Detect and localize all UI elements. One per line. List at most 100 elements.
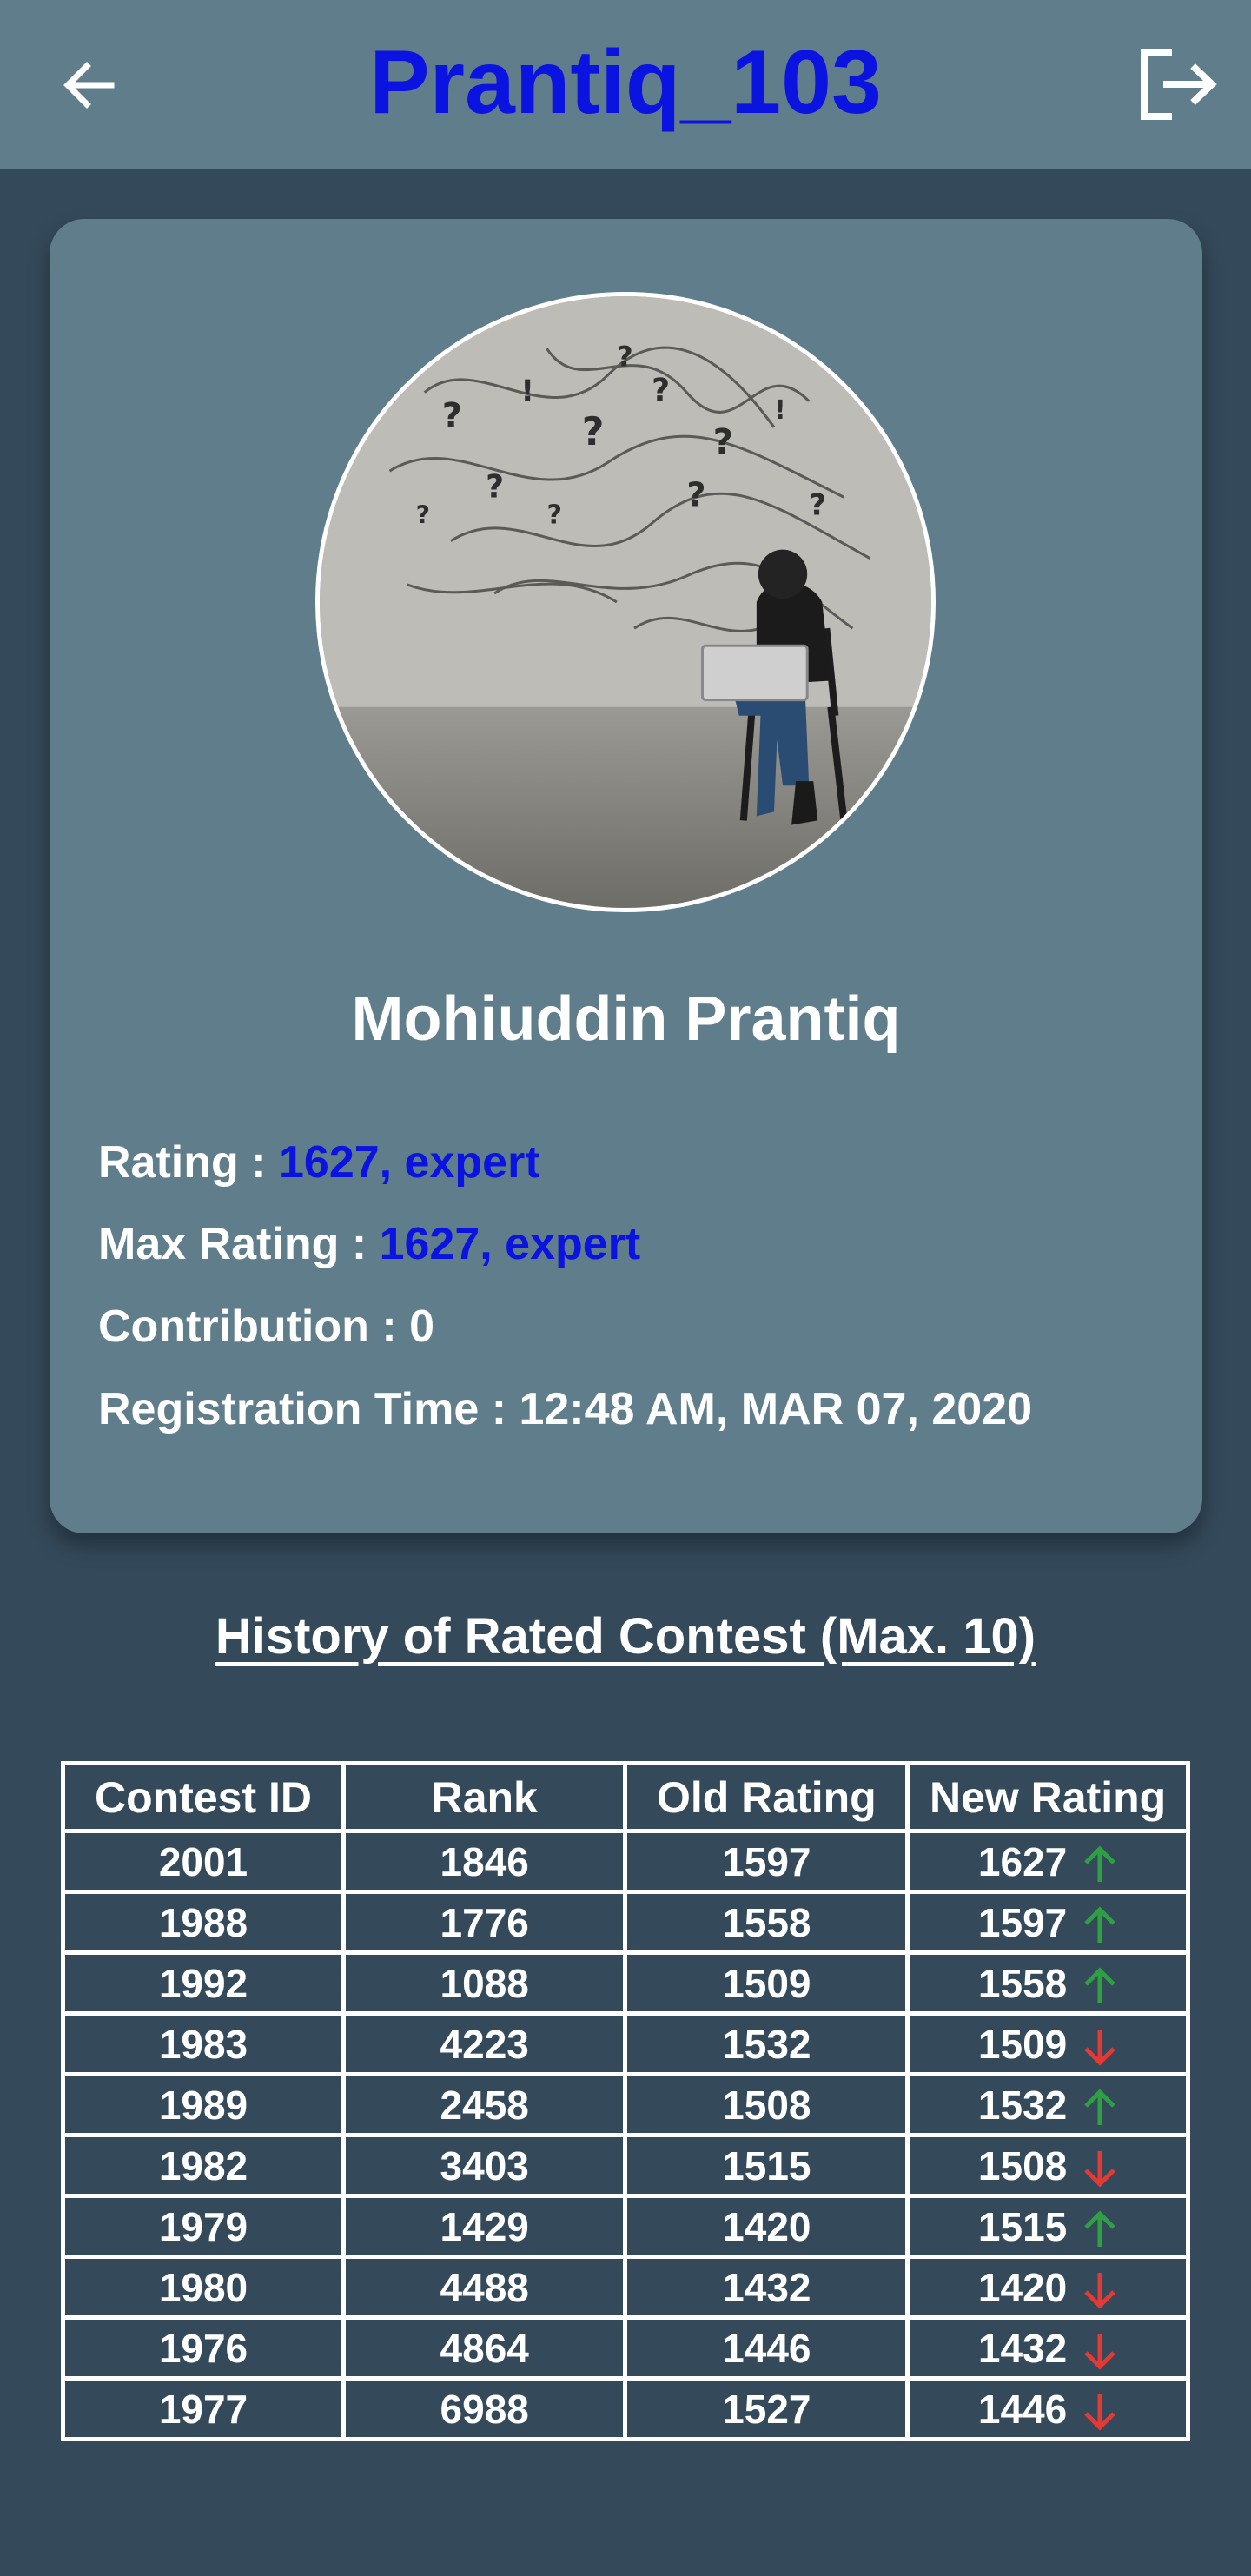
svg-text:?: ? — [713, 422, 733, 462]
table-row: 2001 1846 1597 1627 — [61, 1829, 1190, 1894]
svg-text:?: ? — [617, 340, 633, 373]
arrow-down-icon — [1084, 2394, 1116, 2431]
new-rating-cell: 1432 — [905, 2315, 1190, 2381]
arrow-up-icon — [1084, 2210, 1116, 2248]
table-row: 1979 1429 1420 1515 — [61, 2194, 1190, 2259]
svg-text:?: ? — [546, 500, 562, 530]
table-row: 1983 4223 1532 1509 — [61, 2011, 1190, 2076]
new-rating-value: 1446 — [977, 2386, 1068, 2432]
column-header-old-rating: Old Rating — [623, 1761, 910, 1833]
registration-value: 12:48 AM, MAR 07, 2020 — [519, 1384, 1033, 1434]
contest-id-cell: 1982 — [61, 2133, 346, 2198]
new-rating-cell: 1509 — [905, 2011, 1190, 2076]
contest-id-cell: 1989 — [61, 2072, 346, 2137]
logout-icon — [1141, 49, 1217, 120]
old-rating-cell: 1432 — [623, 2255, 910, 2320]
old-rating-cell: 1597 — [623, 1829, 910, 1894]
rank-cell: 4488 — [341, 2255, 628, 2320]
history-title: History of Rated Contest (Max. 10) — [215, 1608, 1036, 1665]
new-rating-value: 1420 — [977, 2264, 1068, 2310]
table-row: 1976 4864 1446 1432 — [61, 2315, 1190, 2381]
contest-id-cell: 1977 — [61, 2376, 346, 2441]
table-row: 1992 1088 1509 1558 — [61, 1950, 1190, 2016]
new-rating-cell: 1532 — [905, 2072, 1190, 2137]
contribution-label: Contribution : — [98, 1301, 410, 1352]
table-row: 1980 4488 1432 1420 — [61, 2255, 1190, 2320]
max-rating-label: Max Rating : — [98, 1219, 380, 1269]
new-rating-cell: 1597 — [905, 1890, 1190, 1955]
rank-cell: 4864 — [341, 2315, 628, 2381]
old-rating-cell: 1558 — [623, 1890, 910, 1955]
new-rating-cell: 1627 — [905, 1829, 1190, 1894]
new-rating-cell: 1515 — [905, 2194, 1190, 2259]
svg-text:?: ? — [416, 500, 430, 529]
arrow-down-icon — [1084, 2151, 1116, 2188]
logout-button[interactable] — [1125, 36, 1229, 132]
new-rating-value: 1597 — [977, 1899, 1068, 1945]
rank-cell: 4223 — [341, 2011, 628, 2076]
new-rating-value: 1432 — [977, 2325, 1068, 2371]
max-rating-line: Max Rating : 1627, expert — [98, 1218, 640, 1270]
rating-label: Rating : — [98, 1137, 279, 1188]
contest-id-cell: 1976 — [61, 2315, 346, 2381]
registration-line: Registration Time : 12:48 AM, MAR 07, 20… — [98, 1383, 1032, 1435]
old-rating-cell: 1420 — [623, 2194, 910, 2259]
arrow-up-icon — [1084, 1967, 1116, 2004]
old-rating-cell: 1509 — [623, 1950, 910, 2016]
avatar-image: ? ! ? ? ? ! ? ? ? ? ? ? — [320, 296, 931, 908]
column-header-rank: Rank — [341, 1761, 628, 1833]
arrow-up-icon — [1084, 2089, 1116, 2126]
rank-cell: 1429 — [341, 2194, 628, 2259]
full-name: Mohiuddin Prantiq — [351, 984, 901, 1054]
registration-label: Registration Time : — [98, 1384, 520, 1434]
new-rating-cell: 1420 — [905, 2255, 1190, 2320]
old-rating-cell: 1515 — [623, 2133, 910, 2198]
old-rating-cell: 1508 — [623, 2072, 910, 2137]
rank-cell: 3403 — [341, 2133, 628, 2198]
table-row: 1989 2458 1508 1532 — [61, 2072, 1190, 2137]
svg-text:?: ? — [652, 372, 670, 409]
arrow-down-icon — [1084, 2030, 1116, 2066]
arrow-down-icon — [1084, 2273, 1116, 2309]
avatar: ? ! ? ? ? ! ? ? ? ? ? ? — [315, 292, 936, 912]
contest-id-cell: 1979 — [61, 2194, 346, 2259]
rank-cell: 6988 — [341, 2376, 628, 2441]
history-table: Contest ID Rank Old Rating New Rating 20… — [61, 1761, 1190, 2441]
rating-line: Rating : 1627, expert — [98, 1136, 540, 1189]
history-table-body: 2001 1846 1597 1627 1988 1776 1558 1597 1992 1088… — [61, 1829, 1190, 2441]
new-rating-value: 1509 — [977, 2021, 1068, 2067]
table-row: 1988 1776 1558 1597 — [61, 1890, 1190, 1955]
rating-value: 1627, expert — [278, 1137, 540, 1188]
profile-card: ? ! ? ? ? ! ? ? ? ? ? ? Mohiuddin Pranti… — [50, 219, 1202, 1533]
new-rating-cell: 1508 — [905, 2133, 1190, 2198]
app-bar: Prantiq_103 — [0, 0, 1251, 169]
new-rating-value: 1515 — [977, 2203, 1068, 2249]
new-rating-cell: 1558 — [905, 1950, 1190, 2016]
old-rating-cell: 1532 — [623, 2011, 910, 2076]
new-rating-value: 1558 — [977, 1960, 1068, 2006]
old-rating-cell: 1527 — [623, 2376, 910, 2441]
rank-cell: 2458 — [341, 2072, 628, 2137]
contribution-line: Contribution : 0 — [98, 1301, 434, 1353]
old-rating-cell: 1446 — [623, 2315, 910, 2381]
contest-id-cell: 1980 — [61, 2255, 346, 2320]
rank-cell: 1776 — [341, 1890, 628, 1955]
column-header-contest-id: Contest ID — [61, 1761, 346, 1833]
svg-text:?: ? — [486, 467, 504, 505]
max-rating-value: 1627, expert — [379, 1219, 641, 1269]
table-row: 1982 3403 1515 1508 — [61, 2133, 1190, 2198]
svg-text:!: ! — [774, 395, 786, 426]
rank-cell: 1846 — [341, 1829, 628, 1894]
column-header-new-rating: New Rating — [905, 1761, 1190, 1833]
svg-text:?: ? — [442, 396, 462, 436]
arrow-up-icon — [1084, 1906, 1116, 1944]
svg-text:?: ? — [809, 487, 826, 522]
contribution-value: 0 — [409, 1301, 435, 1352]
arrow-down-icon — [1084, 2334, 1116, 2370]
svg-text:?: ? — [686, 476, 705, 514]
contest-id-cell: 2001 — [61, 1829, 346, 1894]
table-row: 1977 6988 1527 1446 — [61, 2376, 1190, 2441]
contest-id-cell: 1988 — [61, 1890, 346, 1955]
contest-id-cell: 1983 — [61, 2011, 346, 2076]
new-rating-value: 1508 — [977, 2142, 1068, 2189]
